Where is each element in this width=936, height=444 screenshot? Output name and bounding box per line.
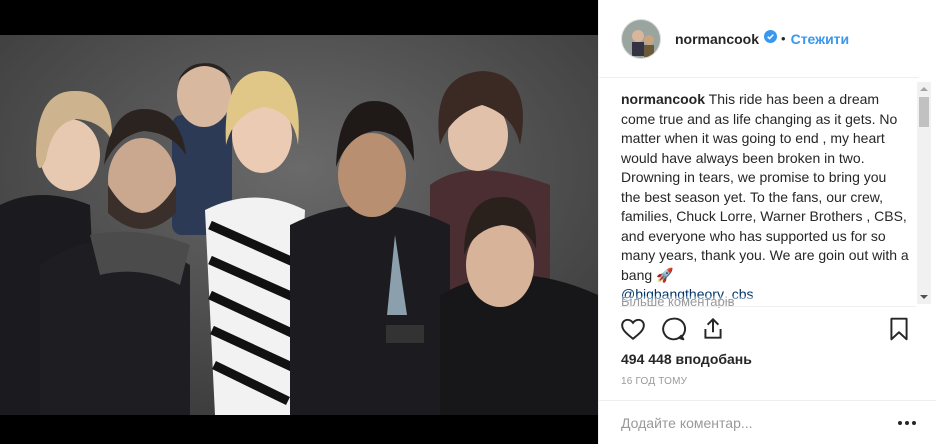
- follow-button[interactable]: Стежити: [791, 31, 850, 47]
- more-options-button[interactable]: [896, 413, 918, 433]
- actions-divider: [620, 306, 916, 307]
- like-button[interactable]: [620, 316, 646, 342]
- post-media-pane: [0, 0, 598, 444]
- comment-button[interactable]: [660, 316, 687, 342]
- caption-scrollbar[interactable]: [917, 82, 931, 304]
- like-count[interactable]: 494 448 вподобань: [621, 351, 752, 367]
- post-header: normancook • Стежити: [599, 0, 919, 78]
- avatar[interactable]: [621, 18, 661, 59]
- caption-username[interactable]: normancook: [621, 91, 705, 107]
- separator-dot: •: [781, 31, 786, 46]
- post-author-username[interactable]: normancook: [675, 31, 759, 47]
- caption-container: normancook This ride has been a dream co…: [621, 90, 909, 304]
- share-button[interactable]: [700, 316, 726, 342]
- caption-text: This ride has been a dream come true and…: [621, 91, 909, 283]
- post-timestamp[interactable]: 16 ГОД ТОМУ: [621, 376, 687, 387]
- post-caption: normancook This ride has been a dream co…: [621, 90, 909, 304]
- comment-input[interactable]: [621, 411, 876, 435]
- post-actions: [620, 316, 916, 344]
- heart-icon: [621, 318, 645, 340]
- scroll-down-arrow-icon[interactable]: [917, 290, 931, 304]
- scrollbar-thumb[interactable]: [919, 97, 929, 127]
- bookmark-icon: [890, 317, 908, 341]
- save-button[interactable]: [886, 316, 912, 342]
- scroll-up-arrow-icon[interactable]: [917, 82, 931, 96]
- post-photo[interactable]: [0, 35, 598, 415]
- comment-icon: [662, 317, 687, 341]
- comment-divider: [598, 400, 936, 401]
- more-options-icon: [898, 421, 916, 425]
- avatar-image: [622, 19, 660, 58]
- share-icon: [704, 317, 722, 339]
- verified-badge-icon: [764, 29, 778, 48]
- group-photo-illustration: [0, 35, 598, 415]
